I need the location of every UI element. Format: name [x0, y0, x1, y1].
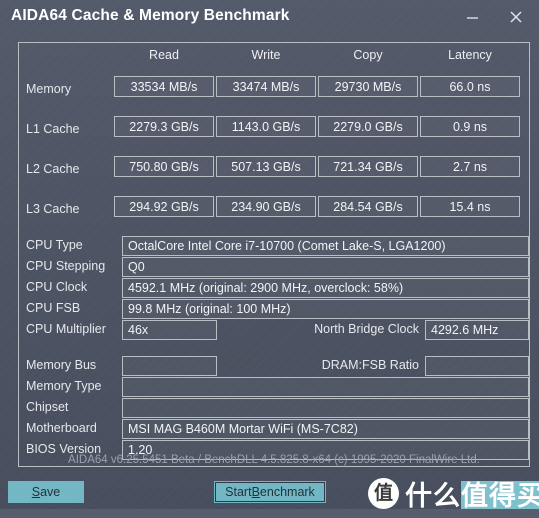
cell-l2-copy: 721.34 GB/s [318, 156, 418, 177]
cell-l3-write: 234.90 GB/s [216, 196, 316, 217]
label-memory-type: Memory Type [26, 379, 102, 393]
close-icon [509, 10, 523, 24]
start-benchmark-accel: B [251, 485, 260, 499]
minimize-icon [466, 11, 479, 24]
label-dram-fsb-ratio: DRAM:FSB Ratio [321, 358, 419, 372]
cell-memory-write: 33474 MB/s [216, 76, 316, 97]
start-benchmark-label: enchmark [259, 485, 315, 499]
save-button[interactable]: Save [8, 481, 84, 503]
row-label-l1-cache: L1 Cache [26, 122, 80, 136]
field-motherboard: MSI MAG B460M Mortar WiFi (MS-7C82) [122, 419, 529, 439]
start-benchmark-prefix: Start [225, 485, 252, 499]
cell-memory-read: 33534 MB/s [114, 76, 214, 97]
label-cpu-multiplier: CPU Multiplier [26, 322, 106, 336]
save-button-label: ave [40, 485, 61, 499]
field-cpu-fsb: 99.8 MHz (original: 100 MHz) [122, 299, 529, 319]
column-header-latency: Latency [448, 48, 492, 62]
watermark: 值 什么值得买 [368, 473, 539, 513]
column-header-copy: Copy [353, 48, 383, 62]
minimize-button[interactable] [452, 0, 492, 34]
watermark-text-plain: 什么 [405, 480, 461, 512]
cell-l1-latency: 0.9 ns [420, 116, 520, 137]
field-north-bridge-clock: 4292.6 MHz [425, 320, 529, 340]
row-label-memory: Memory [26, 82, 72, 96]
field-cpu-clock: 4592.1 MHz (original: 2900 MHz, overcloc… [122, 278, 529, 298]
cell-l1-read: 2279.3 GB/s [114, 116, 214, 137]
cell-l2-read: 750.80 GB/s [114, 156, 214, 177]
label-cpu-type: CPU Type [26, 238, 83, 252]
cell-l1-write: 1143.0 GB/s [216, 116, 316, 137]
label-motherboard: Motherboard [26, 421, 97, 435]
row-label-l3-cache: L3 Cache [26, 202, 80, 216]
field-memory-type [122, 377, 529, 397]
cell-memory-latency: 66.0 ns [420, 76, 520, 97]
save-button-accel: S [31, 485, 41, 499]
field-cpu-stepping: Q0 [122, 257, 529, 277]
close-button[interactable] [496, 0, 536, 34]
label-chipset: Chipset [26, 400, 69, 414]
cell-l3-read: 294.92 GB/s [114, 196, 214, 217]
watermark-logo-icon: 值 [368, 477, 399, 509]
label-cpu-fsb: CPU FSB [26, 301, 81, 315]
field-memory-bus [122, 356, 217, 376]
cell-l1-copy: 2279.0 GB/s [318, 116, 418, 137]
column-header-read: Read [149, 48, 179, 62]
field-chipset [122, 398, 529, 418]
label-cpu-stepping: CPU Stepping [26, 259, 106, 273]
column-header-write: Write [251, 48, 281, 62]
cell-l2-write: 507.13 GB/s [216, 156, 316, 177]
watermark-text-highlight: 值得买 [461, 480, 539, 512]
start-benchmark-button[interactable]: Start Benchmark [214, 481, 326, 503]
label-north-bridge-clock: North Bridge Clock [314, 322, 419, 336]
field-cpu-multiplier: 46x [122, 320, 217, 340]
window-title: AIDA64 Cache & Memory Benchmark [11, 7, 290, 24]
cell-l3-copy: 284.54 GB/s [318, 196, 418, 217]
cell-l2-latency: 2.7 ns [420, 156, 520, 177]
watermark-text: 什么值得买 [405, 474, 539, 513]
field-dram-fsb-ratio [425, 356, 529, 376]
label-memory-bus: Memory Bus [26, 358, 97, 372]
cell-memory-copy: 29730 MB/s [318, 76, 418, 97]
row-label-l2-cache: L2 Cache [26, 162, 80, 176]
bottom-strip [0, 509, 539, 518]
aida64-window: AIDA64 Cache & Memory Benchmark Read Wri… [0, 0, 539, 518]
field-cpu-type: OctalCore Intel Core i7-10700 (Comet Lak… [122, 236, 529, 256]
content-panel: Read Write Copy Latency Memory 33534 MB/… [18, 42, 530, 467]
cell-l3-latency: 15.4 ns [420, 196, 520, 217]
version-text: AIDA64 v6.25.5451 Beta / BenchDLL 4.5.82… [68, 454, 480, 466]
label-cpu-clock: CPU Clock [26, 280, 88, 294]
title-bar: AIDA64 Cache & Memory Benchmark [0, 0, 539, 36]
